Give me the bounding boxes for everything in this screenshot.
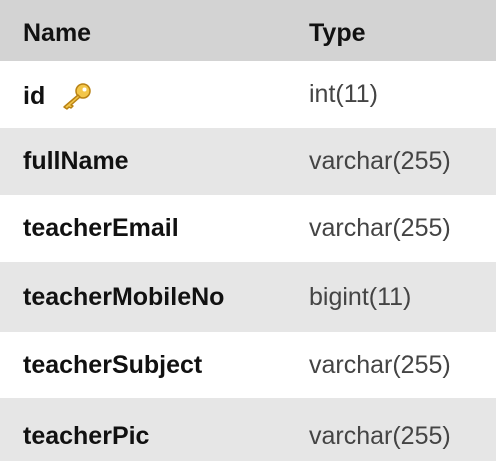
column-name-label[interactable]: teacherEmail [23,216,179,241]
column-type-cell: varchar(255) [309,214,451,242]
table-row: teacherSubject varchar(255) [0,332,496,398]
table-header: Name Type [0,0,496,61]
table-row: fullName varchar(255) [0,128,496,195]
column-type-cell: varchar(255) [309,147,451,175]
column-name-cell: teacherPic [23,424,149,449]
table-row: id int(11) [0,61,496,128]
column-header-type[interactable]: Type [309,21,366,46]
column-header-name[interactable]: Name [23,21,91,46]
table-row: teacherMobileNo bigint(11) [0,262,496,332]
column-name-cell: teacherMobileNo [23,285,224,310]
table-row: teacherEmail varchar(255) [0,195,496,262]
column-type-cell: varchar(255) [309,422,451,450]
column-type-cell: bigint(11) [309,283,412,311]
column-name-cell: id [23,82,93,110]
structure-table: Name Type id int(11) fullName varchar(25… [0,0,496,461]
column-name-label[interactable]: teacherPic [23,424,149,449]
column-name-cell: teacherEmail [23,216,179,241]
column-name-label[interactable]: id [23,83,45,109]
primary-key-icon [63,83,91,110]
column-name-label[interactable]: teacherSubject [23,353,202,378]
column-name-label[interactable]: teacherMobileNo [23,285,224,310]
column-name-cell: teacherSubject [23,353,202,378]
column-name-label[interactable]: fullName [23,149,129,174]
column-name-cell: fullName [23,149,129,174]
column-type-cell: int(11) [309,80,379,108]
table-row: teacherPic varchar(255) [0,398,496,461]
column-type-cell: varchar(255) [309,351,451,379]
